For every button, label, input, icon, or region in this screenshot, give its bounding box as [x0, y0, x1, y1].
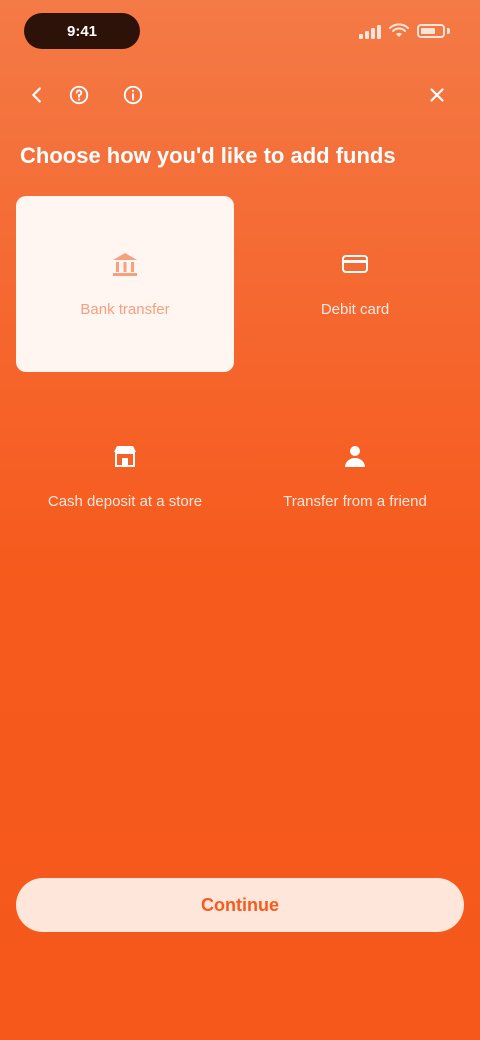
bank-icon: [107, 246, 143, 282]
info-button[interactable]: [116, 78, 150, 112]
store-icon: [107, 438, 143, 474]
option-label: Cash deposit at a store: [47, 493, 203, 510]
help-button[interactable]: [62, 78, 96, 112]
signal-icon: [359, 23, 381, 39]
status-time: 9:41: [66, 22, 98, 40]
screen: 9:41 Choose how you'd like to add funds …: [0, 0, 480, 1040]
battery-icon: [417, 24, 445, 38]
close-button[interactable]: [420, 78, 454, 112]
person-icon: [337, 438, 373, 474]
nav-bar: [0, 70, 480, 120]
option-grid: Bank transfer Debit card Cash deposit at…: [16, 196, 464, 564]
help-icon: [69, 85, 89, 105]
option-card-store[interactable]: Cash deposit at a store: [16, 388, 234, 564]
option-card-friend[interactable]: Transfer from a friend: [246, 388, 464, 564]
wifi-icon: [389, 23, 409, 37]
continue-button[interactable]: Continue: [16, 878, 464, 932]
option-card-bank[interactable]: Bank transfer: [16, 196, 234, 372]
option-label: Debit card: [320, 301, 390, 318]
battery-nub: [447, 28, 450, 34]
page-title: Choose how you'd like to add funds: [20, 143, 396, 168]
option-label: Bank transfer: [80, 301, 170, 318]
option-label: Transfer from a friend: [283, 493, 427, 510]
close-icon: [430, 88, 444, 102]
info-icon: [123, 85, 143, 105]
option-card-card[interactable]: Debit card: [246, 196, 464, 372]
back-button[interactable]: [20, 78, 54, 112]
back-arrow-icon: [32, 87, 41, 103]
status-bar: 9:41: [0, 0, 480, 60]
status-time-pill: 9:41: [24, 13, 140, 49]
status-icons: [359, 20, 450, 42]
card-icon: [337, 246, 373, 282]
